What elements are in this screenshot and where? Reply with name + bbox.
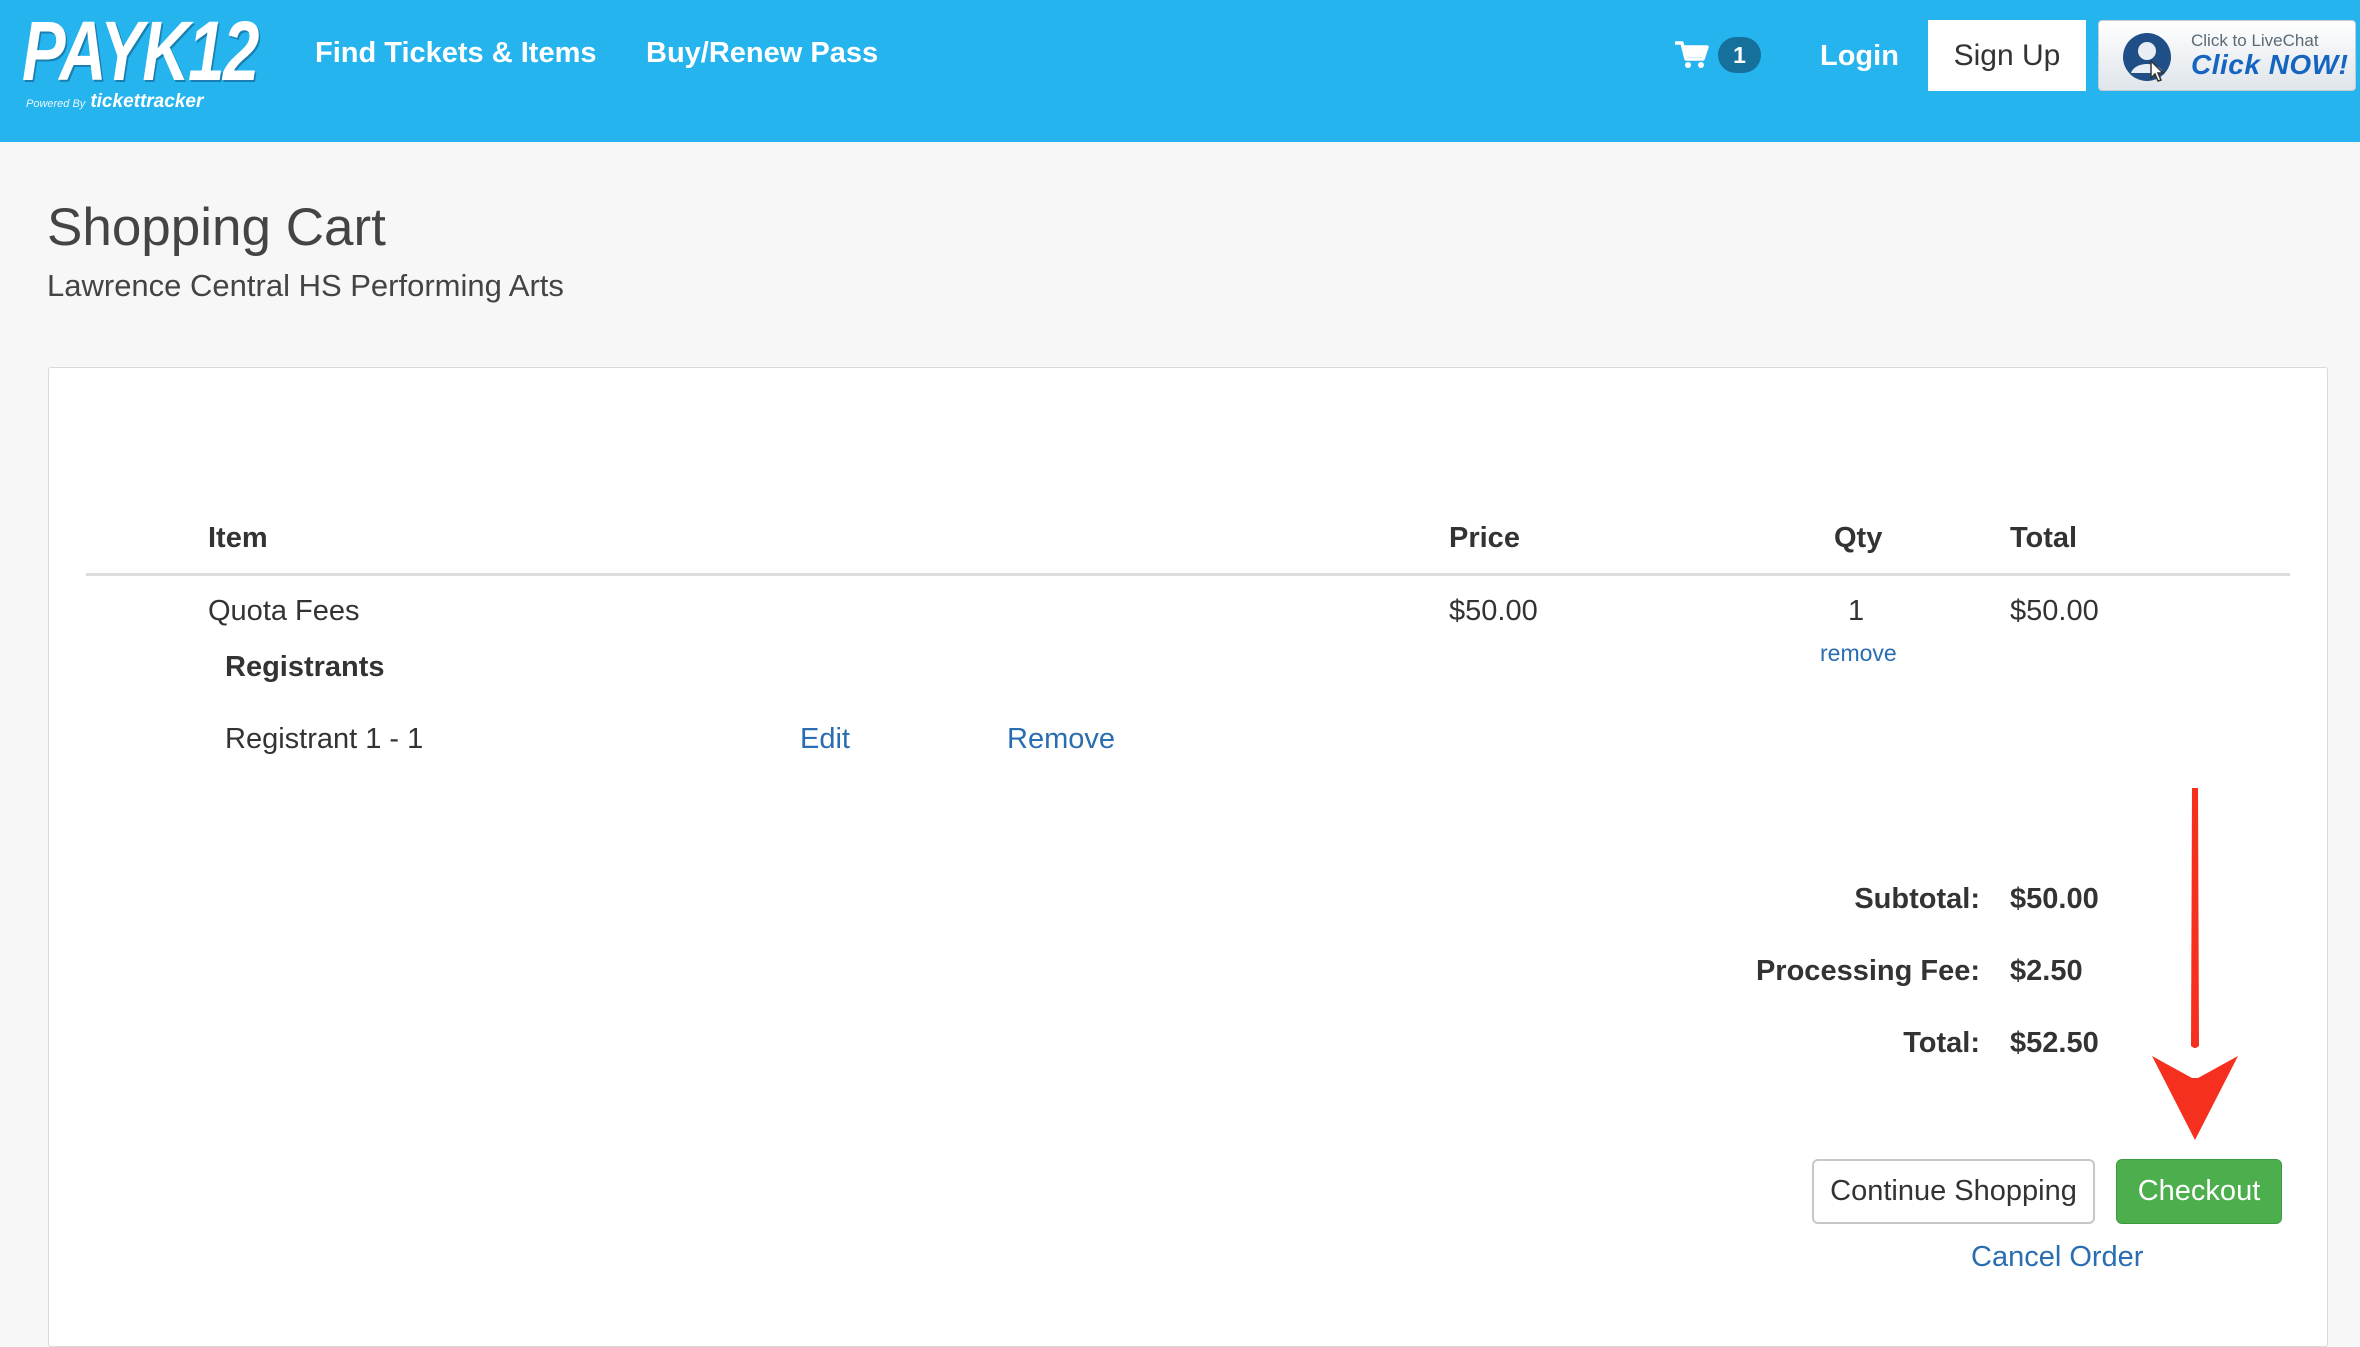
top-navbar: PAYK12 Powered By tickettracker Find Tic…	[0, 0, 2360, 142]
registrant-name: Registrant 1 - 1	[225, 723, 424, 755]
logo-brand: tickettracker	[90, 91, 204, 112]
nav-find-tickets[interactable]: Find Tickets & Items	[315, 30, 597, 76]
registrants-heading: Registrants	[225, 651, 385, 683]
organization-name: Lawrence Central HS Performing Arts	[47, 268, 564, 303]
shopping-cart-icon[interactable]	[1675, 40, 1709, 70]
nav-buy-renew-pass[interactable]: Buy/Renew Pass	[646, 30, 878, 76]
sign-up-button[interactable]: Sign Up	[1928, 20, 2086, 91]
item-name: Quota Fees	[208, 595, 360, 627]
payk12-logo[interactable]: PAYK12 Powered By tickettracker	[18, 6, 259, 112]
processing-fee-label: Processing Fee:	[1755, 955, 1980, 987]
continue-shopping-button[interactable]: Continue Shopping	[1812, 1159, 2095, 1224]
item-total: $50.00	[2010, 595, 2099, 627]
table-header-divider	[86, 573, 2290, 576]
grand-total-label: Total:	[1903, 1027, 1980, 1059]
cancel-order-link[interactable]: Cancel Order	[1971, 1237, 2143, 1277]
item-qty: 1	[1848, 595, 1865, 627]
logo-text: PAYK12	[22, 4, 259, 98]
remove-item-link[interactable]: remove	[1820, 638, 1897, 668]
logo-powered-by: Powered By	[26, 98, 86, 110]
column-header-item: Item	[208, 522, 268, 554]
livechat-cta: Click NOW!	[2191, 49, 2349, 80]
column-header-total: Total	[2010, 522, 2078, 554]
livechat-agent-icon	[2123, 33, 2171, 82]
page-title: Shopping Cart	[47, 198, 386, 257]
livechat-caption: Click to LiveChat	[2191, 31, 2319, 50]
item-price: $50.00	[1449, 595, 1538, 627]
red-arrow-annotation	[2152, 788, 2238, 1140]
column-header-qty: Qty	[1834, 522, 1883, 554]
subtotal-value: $50.00	[2010, 883, 2099, 915]
checkout-button[interactable]: Checkout	[2116, 1159, 2282, 1224]
livechat-button[interactable]: Click to LiveChat Click NOW!	[2098, 20, 2356, 91]
cart-count-badge[interactable]: 1	[1718, 37, 1761, 73]
remove-registrant-link[interactable]: Remove	[1007, 719, 1115, 759]
edit-registrant-link[interactable]: Edit	[800, 719, 850, 759]
grand-total-value: $52.50	[2010, 1027, 2099, 1059]
login-link[interactable]: Login	[1820, 33, 1899, 79]
logo-tagline: Powered By tickettracker	[26, 90, 203, 115]
processing-fee-value: $2.50	[2010, 955, 2083, 987]
subtotal-label: Subtotal:	[1854, 883, 1980, 915]
column-header-price: Price	[1449, 522, 1520, 554]
